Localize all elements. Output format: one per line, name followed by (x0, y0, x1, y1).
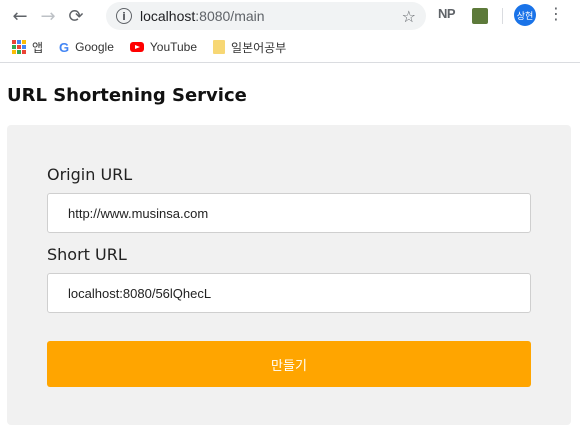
youtube-icon (129, 42, 144, 52)
back-icon[interactable]: ← (6, 2, 34, 30)
toolbar-divider (502, 8, 503, 24)
browser-toolbar: ← → ⟳ i localhost:8080/main ☆ NP 상현 ⋮ (0, 0, 580, 32)
profile-avatar[interactable]: 상현 (514, 4, 536, 26)
bookmark-apps[interactable]: 앱 (12, 39, 43, 56)
extension-icon[interactable] (472, 8, 488, 24)
bookmark-label: 일본어공부 (231, 40, 287, 55)
origin-url-label: Origin URL (47, 165, 133, 184)
bookmark-label: 앱 (32, 40, 44, 55)
create-button[interactable]: 만들기 (47, 341, 531, 387)
shorten-form-card: Origin URL Short URL 만들기 (7, 125, 571, 425)
bookmark-google[interactable]: G Google (59, 40, 114, 55)
address-bar[interactable]: i localhost:8080/main ☆ (106, 2, 426, 30)
bookmark-youtube[interactable]: YouTube (129, 40, 198, 54)
bookmark-label: Google (75, 40, 114, 54)
more-menu-icon[interactable]: ⋮ (548, 4, 564, 23)
forward-icon[interactable]: → (34, 2, 62, 30)
bookmark-folder-japanese[interactable]: 일본어공부 (213, 39, 286, 56)
apps-grid-icon (12, 40, 26, 54)
google-icon: G (59, 39, 70, 55)
info-icon[interactable]: i (116, 8, 132, 24)
page-title: URL Shortening Service (7, 85, 247, 106)
folder-icon (213, 40, 226, 54)
bookmark-star-icon[interactable]: ☆ (402, 7, 416, 26)
short-url-input[interactable] (47, 273, 531, 313)
np-extension-icon[interactable]: NP (438, 6, 456, 21)
address-host: localhost (140, 8, 196, 24)
bookmarks-bar: 앱 G Google YouTube 일본어공부 (0, 32, 580, 63)
origin-url-input[interactable] (47, 193, 531, 233)
page-content: URL Shortening Service Origin URL Short … (0, 85, 580, 425)
address-path: :8080/main (195, 8, 265, 24)
short-url-label: Short URL (47, 245, 127, 264)
reload-icon[interactable]: ⟳ (62, 2, 90, 30)
bookmark-label: YouTube (149, 40, 198, 54)
address-url[interactable]: localhost:8080/main (140, 8, 402, 24)
